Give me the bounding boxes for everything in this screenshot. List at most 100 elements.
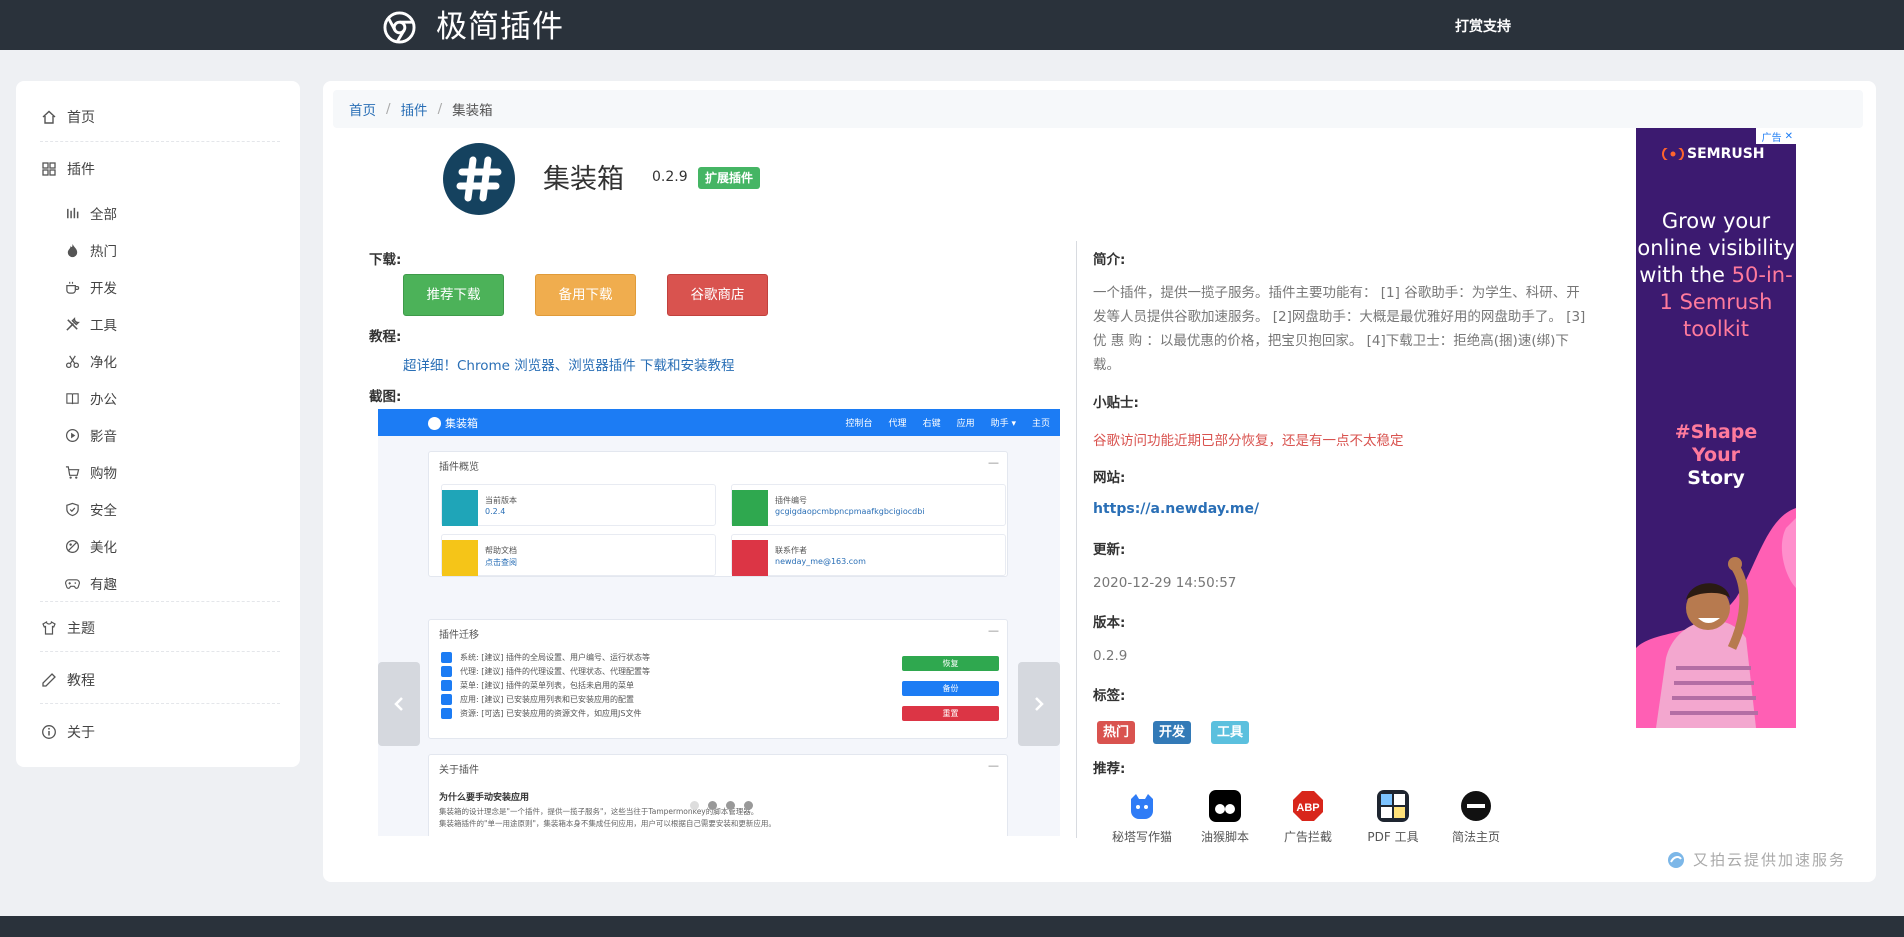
sidebar-item-tools[interactable]: 工具	[65, 314, 117, 334]
checkbox-icon	[441, 708, 452, 719]
sidebar-item-plugins[interactable]: 插件	[41, 159, 95, 179]
card-title: 插件迁移	[439, 630, 479, 641]
migrate-row-text: 系统: [建议] 插件的全局设置、用户编号、运行状态等	[460, 653, 651, 662]
sidebar-item-hot[interactable]: 热门	[65, 240, 117, 260]
sidebar-item-all[interactable]: 全部	[65, 203, 117, 223]
tampermonkey-icon	[1209, 790, 1241, 822]
recommend-item-label: 秘塔写作猫	[1111, 830, 1172, 844]
sidebar-item-tutorials[interactable]: 教程	[41, 670, 95, 690]
minimize-icon: —	[988, 456, 999, 469]
carousel-dot[interactable]	[726, 801, 735, 810]
tag-hot[interactable]: 热门	[1097, 721, 1136, 744]
version-value: 0.2.9	[1093, 648, 1128, 664]
top-navbar: 极简插件 打赏支持	[0, 0, 1904, 50]
website-link[interactable]: https://a.newday.me/	[1093, 501, 1259, 517]
migrate-row: 系统: [建议] 插件的全局设置、用户编号、运行状态等	[441, 652, 650, 663]
checkbox-icon	[441, 680, 452, 691]
sidebar-item-themes[interactable]: 主题	[41, 618, 95, 638]
migrate-row: 资源: [可选] 已安装应用的资源文件，如应用JS文件	[441, 708, 641, 719]
migrate-row: 代理: [建议] 插件的代理设置、代理状态、代理配置等	[441, 666, 650, 677]
carousel-next-button[interactable]	[1018, 662, 1060, 746]
sidebar-item-office[interactable]: 办公	[65, 388, 117, 408]
about-heading: 为什么要手动安装应用	[439, 793, 530, 803]
chrome-logo-icon[interactable]	[383, 11, 416, 44]
breadcrumb-home[interactable]: 首页	[349, 99, 376, 119]
chrome-store-button[interactable]: 谷歌商店	[667, 274, 768, 316]
intro-label: 简介:	[1093, 252, 1126, 268]
sidebar-item-about[interactable]: 关于	[41, 722, 95, 742]
recommended-download-button[interactable]: 推荐下载	[403, 274, 504, 316]
ad-sub-a: #Shape	[1674, 421, 1758, 443]
chevron-left-icon	[394, 697, 403, 711]
sidebar-item-beautify[interactable]: 美化	[65, 536, 117, 556]
sidebar-item-security[interactable]: 安全	[65, 499, 117, 519]
breadcrumb: 首页 / 插件 / 集装箱	[333, 90, 1863, 128]
carousel-dot[interactable]	[690, 801, 699, 810]
mail-icon	[732, 540, 768, 576]
sidebar-item-label: 工具	[90, 318, 117, 334]
semrush-ad[interactable]: 广告 ✕ SEMRUSH Grow your online visibility…	[1636, 128, 1796, 728]
recommend-item[interactable]: ABP 广告拦截	[1278, 790, 1338, 845]
grid-icon	[42, 162, 56, 176]
sidebar-item-dev[interactable]: 开发	[65, 277, 117, 297]
sidebar-item-label: 购物	[90, 466, 117, 482]
screenshot-label: 截图:	[369, 389, 402, 405]
migrate-row-text: 资源: [可选] 已安装应用的资源文件，如应用JS文件	[460, 709, 642, 718]
carousel-dot[interactable]	[708, 801, 717, 810]
donate-link[interactable]: 打赏支持	[1455, 16, 1511, 36]
recommend-item-label: 广告拦截	[1283, 830, 1332, 844]
adblock-icon: ABP	[1292, 790, 1324, 822]
about-text: 集装箱插件的"单一用途原则"，集装箱本身不集成任何应用，用户可以根据自己需要安装…	[439, 819, 776, 828]
info-tile: 帮助文档 点击查阅	[441, 534, 716, 576]
breadcrumb-separator: /	[386, 101, 391, 117]
screenshot-menu-item: 控制台	[845, 419, 873, 429]
breadcrumb-plugins[interactable]: 插件	[401, 99, 428, 119]
screenshot-menu-item: 应用	[956, 419, 975, 429]
sidebar-item-home[interactable]: 首页	[41, 107, 95, 127]
clock-icon	[442, 490, 478, 526]
checkbox-icon	[441, 652, 452, 663]
tile-value: 0.2.4	[485, 507, 506, 516]
coffee-icon	[66, 281, 80, 294]
recommend-item[interactable]: 简法主页	[1446, 790, 1506, 845]
screenshot-menu-item: 代理	[888, 419, 907, 429]
sidebar-item-shopping[interactable]: 购物	[65, 462, 117, 482]
recommend-item[interactable]: PDF 工具	[1360, 790, 1426, 845]
download-label: 下载:	[369, 252, 402, 268]
recommend-item[interactable]: 油猴脚本	[1195, 790, 1255, 845]
recommend-item-label: PDF 工具	[1367, 830, 1419, 844]
sidebar-item-label: 净化	[90, 355, 117, 371]
carousel-prev-button[interactable]	[378, 662, 420, 746]
tutorial-link[interactable]: 超详细！Chrome 浏览器、浏览器插件 下载和安装教程	[403, 354, 735, 374]
reset-button: 重置	[902, 706, 999, 721]
question-icon	[442, 540, 478, 576]
carousel-dot[interactable]	[744, 801, 753, 810]
sidebar-item-clean[interactable]: 净化	[65, 351, 117, 371]
sidebar-item-label: 插件	[67, 162, 95, 178]
migrate-row-text: 应用: [建议] 已安装应用列表和已安装应用的配置	[460, 695, 635, 704]
ad-brand: SEMRUSH	[1687, 146, 1765, 162]
tools-icon	[66, 316, 80, 331]
screenshot-migrate-card: 插件迁移 — 系统: [建议] 插件的全局设置、用户编号、运行状态等 代理: […	[428, 619, 1008, 739]
updated-label: 更新:	[1093, 542, 1126, 558]
scissors-icon	[65, 355, 80, 368]
brand-dot-icon	[428, 416, 441, 430]
close-icon[interactable]: ✕	[1785, 131, 1793, 142]
tag-tools[interactable]: 工具	[1211, 721, 1250, 744]
site-title[interactable]: 极简插件	[436, 8, 564, 46]
sidebar-item-label: 办公	[90, 392, 117, 408]
divider	[40, 703, 280, 704]
backup-download-button[interactable]: 备用下载	[535, 274, 636, 316]
tag-dev[interactable]: 开发	[1153, 721, 1192, 744]
sidebar-item-media[interactable]: 影音	[65, 425, 117, 445]
divider	[40, 601, 280, 602]
recommend-item[interactable]: 秘塔写作猫	[1107, 790, 1177, 845]
tile-title: 帮助文档	[485, 546, 517, 555]
tile-value: 点击查阅	[485, 558, 517, 567]
screenshot-about-card: 关于插件 — 为什么要手动安装应用 集装箱的设计理念是"一个插件，提供一揽子服务…	[428, 754, 1008, 836]
cdn-credit[interactable]: 又拍云提供加速服务	[1667, 849, 1846, 870]
sidebar-item-fun[interactable]: 有趣	[65, 573, 117, 593]
ad-close[interactable]: 广告 ✕	[1756, 128, 1796, 144]
hashtag-icon	[456, 156, 502, 202]
pen-icon	[42, 673, 56, 687]
